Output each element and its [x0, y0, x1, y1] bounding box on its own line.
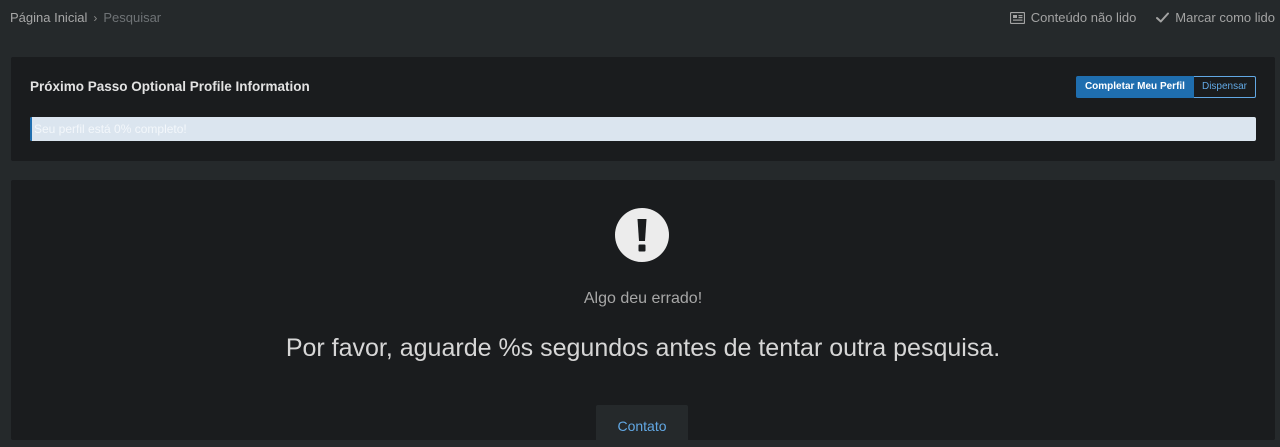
complete-profile-button[interactable]: Completar Meu Perfil	[1075, 76, 1194, 98]
unread-content-link[interactable]: Conteúdo não lido	[1009, 10, 1137, 25]
profile-step-buttons: Completar Meu Perfil Dispensar	[1075, 76, 1256, 98]
error-message: Por favor, aguarde %s segundos antes de …	[285, 334, 1001, 362]
newspaper-icon	[1009, 11, 1025, 24]
breadcrumb-current: Pesquisar	[103, 10, 162, 25]
exclamation-circle-icon	[614, 207, 670, 263]
dismiss-button[interactable]: Dispensar	[1193, 76, 1256, 98]
check-icon	[1156, 12, 1170, 23]
breadcrumb: Página Inicial › Pesquisar	[10, 10, 161, 25]
breadcrumb-home-link[interactable]: Página Inicial	[10, 10, 87, 25]
contact-button[interactable]: Contato	[596, 405, 688, 445]
profile-step-panel: Próximo Passo Optional Profile Informati…	[11, 57, 1275, 161]
top-actions: Conteúdo não lido Marcar como lido	[1009, 10, 1275, 25]
mark-as-read-link[interactable]: Marcar como lido	[1156, 10, 1275, 25]
profile-progress-fill	[30, 117, 32, 141]
error-subtitle: Algo deu errado!	[583, 290, 703, 307]
mark-as-read-label: Marcar como lido	[1175, 10, 1275, 25]
unread-content-label: Conteúdo não lido	[1030, 10, 1137, 25]
top-bar: Página Inicial › Pesquisar Conteúdo não …	[0, 0, 1280, 36]
error-panel: Algo deu errado! Por favor, aguarde %s s…	[11, 180, 1275, 445]
profile-progress-text: Seu perfil está 0% completo!	[34, 122, 187, 136]
breadcrumb-separator-icon: ›	[93, 10, 98, 25]
profile-progress-bar: Seu perfil está 0% completo!	[30, 117, 1256, 141]
profile-step-title: Próximo Passo Optional Profile Informati…	[30, 79, 310, 94]
